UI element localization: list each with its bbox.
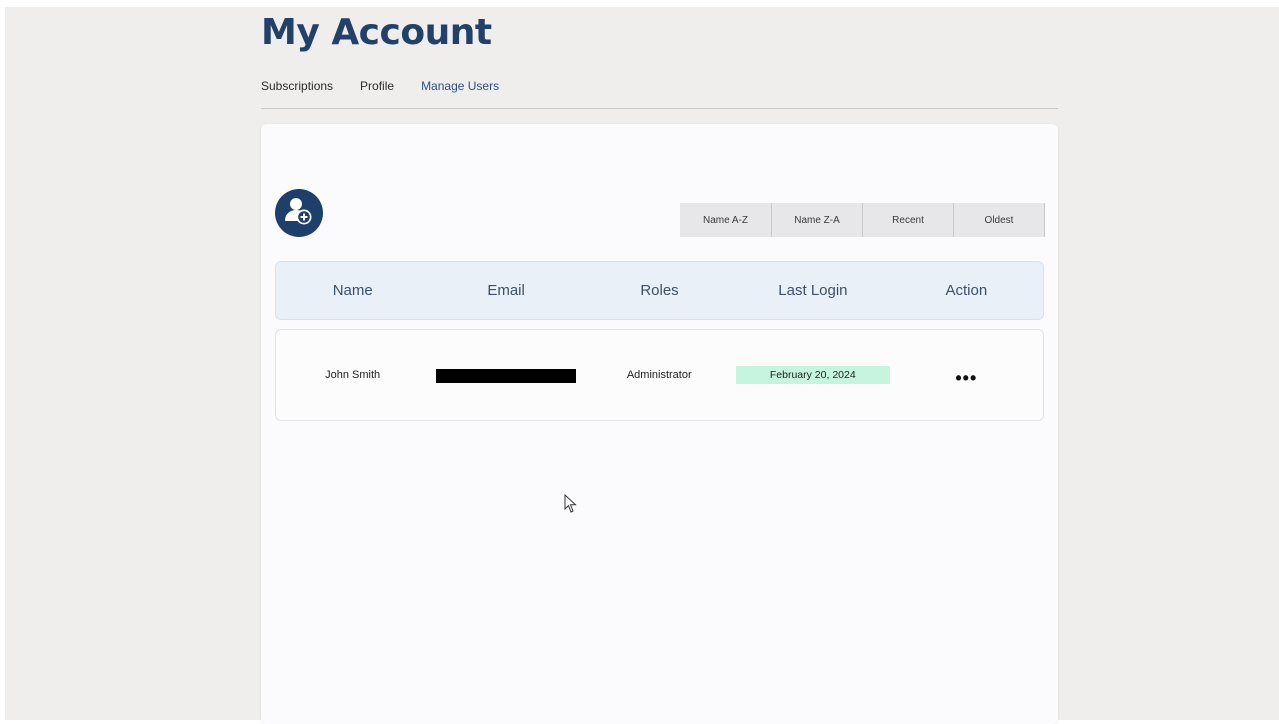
user-role: Administrator xyxy=(626,369,692,381)
tab-profile[interactable]: Profile xyxy=(360,79,394,93)
sort-name-desc-button[interactable]: Name Z-A xyxy=(771,203,862,237)
tabs-divider xyxy=(261,108,1058,109)
column-header-email: Email xyxy=(487,282,525,299)
column-header-action: Action xyxy=(945,282,988,299)
account-tabs: Subscriptions Profile Manage Users xyxy=(261,79,499,93)
more-actions-button[interactable]: ••• xyxy=(955,368,977,389)
sort-options: Name A-Z Name Z-A Recent Oldest xyxy=(680,203,1045,237)
table-row: John Smith Administrator February 20, 20… xyxy=(275,329,1044,421)
sort-recent-button[interactable]: Recent xyxy=(862,203,953,237)
column-header-roles: Roles xyxy=(640,282,679,299)
mouse-cursor-icon xyxy=(564,493,577,519)
column-header-last-login: Last Login xyxy=(778,282,848,299)
last-login-badge: February 20, 2024 xyxy=(735,366,890,384)
redacted-email xyxy=(435,369,576,383)
sort-name-asc-button[interactable]: Name A-Z xyxy=(680,203,771,237)
page-title: My Account xyxy=(261,12,492,53)
tab-manage-users[interactable]: Manage Users xyxy=(421,79,499,93)
column-header-name: Name xyxy=(332,282,373,299)
user-name: John Smith xyxy=(325,369,381,381)
users-table-header: Name Email Roles Last Login Action xyxy=(275,261,1044,320)
add-user-icon xyxy=(285,198,312,225)
tab-subscriptions[interactable]: Subscriptions xyxy=(261,79,333,93)
user-email-cell xyxy=(429,367,582,383)
add-user-button[interactable] xyxy=(275,189,323,237)
sort-oldest-button[interactable]: Oldest xyxy=(953,203,1044,237)
user-last-login-cell: February 20, 2024 xyxy=(735,366,890,384)
user-action-cell: ••• xyxy=(890,362,1043,389)
